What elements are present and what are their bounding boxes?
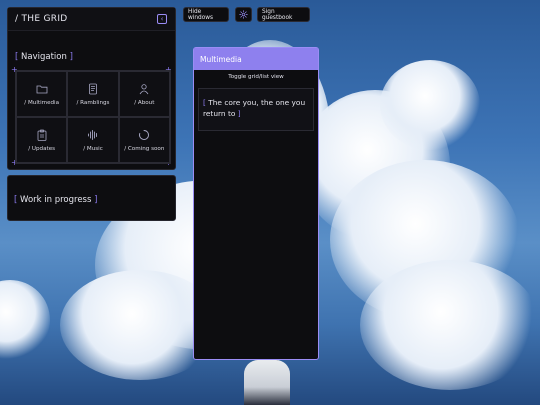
nav-item-label: / Coming soon [124,145,165,152]
wip-window: [ Work in progress ] [7,175,176,221]
nav-item-label: / Ramblings [76,99,110,106]
settings-button[interactable] [235,7,252,22]
user-icon [139,83,149,94]
nav-grid: / Multimedia / Ramblings / About / Updat… [15,70,171,164]
sign-guestbook-button[interactable]: Sign guestbook [257,7,310,22]
nav-item-ramblings[interactable]: / Ramblings [67,71,119,117]
book-icon [89,83,97,94]
nav-item-music[interactable]: / Music [67,117,119,163]
nav-item-label: / About [134,99,155,106]
media-item-title: The core you, the one you return to [203,98,306,118]
nav-item-label: / Multimedia [24,99,60,106]
gear-icon [239,10,248,19]
nav-item-label: / Music [83,145,103,152]
nav-item-coming-soon[interactable]: / Coming soon [118,117,170,163]
nav-item-label: / Updates [28,145,56,152]
wip-heading-text: Work in progress [20,195,92,205]
folder-icon [36,85,48,93]
waveform-icon [88,129,97,140]
nav-item-multimedia[interactable]: / Multimedia [16,71,68,117]
nav-heading: [ Navigation ] [15,52,73,62]
multimedia-window: Multimedia Toggle grid/list view [ The c… [193,47,319,360]
grid-window: / THE GRID ‹ [ Navigation ] + + + + / Mu… [7,7,176,170]
toggle-view-button[interactable]: Toggle grid/list view [194,74,318,80]
nav-item-about[interactable]: / About [118,71,170,117]
clipboard-icon [37,129,47,141]
wip-heading: [ Work in progress ] [14,195,98,205]
media-item[interactable]: [ The core you, the one you return to ] [198,88,314,131]
grid-window-title: / THE GRID [15,14,68,24]
hide-windows-button[interactable]: Hide windows [183,7,229,22]
person-figure [244,360,290,405]
multimedia-window-title[interactable]: Multimedia [194,48,318,70]
nav-heading-text: Navigation [21,52,67,62]
loading-icon [139,129,150,140]
grid-window-titlebar: / THE GRID ‹ [8,8,175,31]
nav-item-updates[interactable]: / Updates [16,117,68,163]
chevron-left-icon[interactable]: ‹ [157,14,167,24]
